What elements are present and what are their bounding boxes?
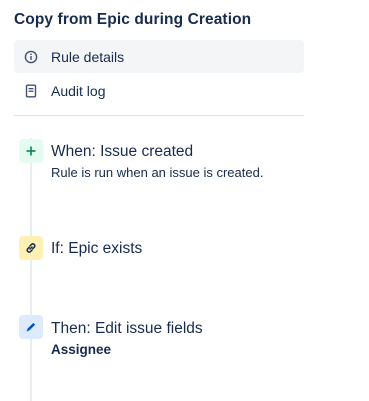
nav-item-audit-log[interactable]: Audit log bbox=[14, 74, 304, 107]
link-icon bbox=[19, 236, 43, 260]
divider bbox=[14, 115, 304, 116]
rule-panel: Copy from Epic during Creation Rule deta… bbox=[0, 0, 369, 401]
plus-icon bbox=[19, 139, 43, 163]
step-title: If: Epic exists bbox=[51, 240, 143, 257]
info-icon bbox=[24, 50, 38, 64]
nav-item-label: Rule details bbox=[51, 48, 125, 65]
nav-item-rule-details[interactable]: Rule details bbox=[14, 40, 304, 73]
rule-title: Copy from Epic during Creation bbox=[14, 11, 252, 28]
pencil-icon bbox=[19, 315, 43, 339]
step-description: Rule is run when an issue is created. bbox=[51, 165, 264, 180]
nav-item-label: Audit log bbox=[51, 82, 106, 99]
rule-timeline-rail bbox=[30, 138, 32, 401]
step-title: Then: Edit issue fields bbox=[51, 320, 203, 337]
document-icon bbox=[24, 84, 38, 98]
step-title: When: Issue created bbox=[51, 143, 194, 160]
step-detail: Assignee bbox=[51, 342, 112, 357]
